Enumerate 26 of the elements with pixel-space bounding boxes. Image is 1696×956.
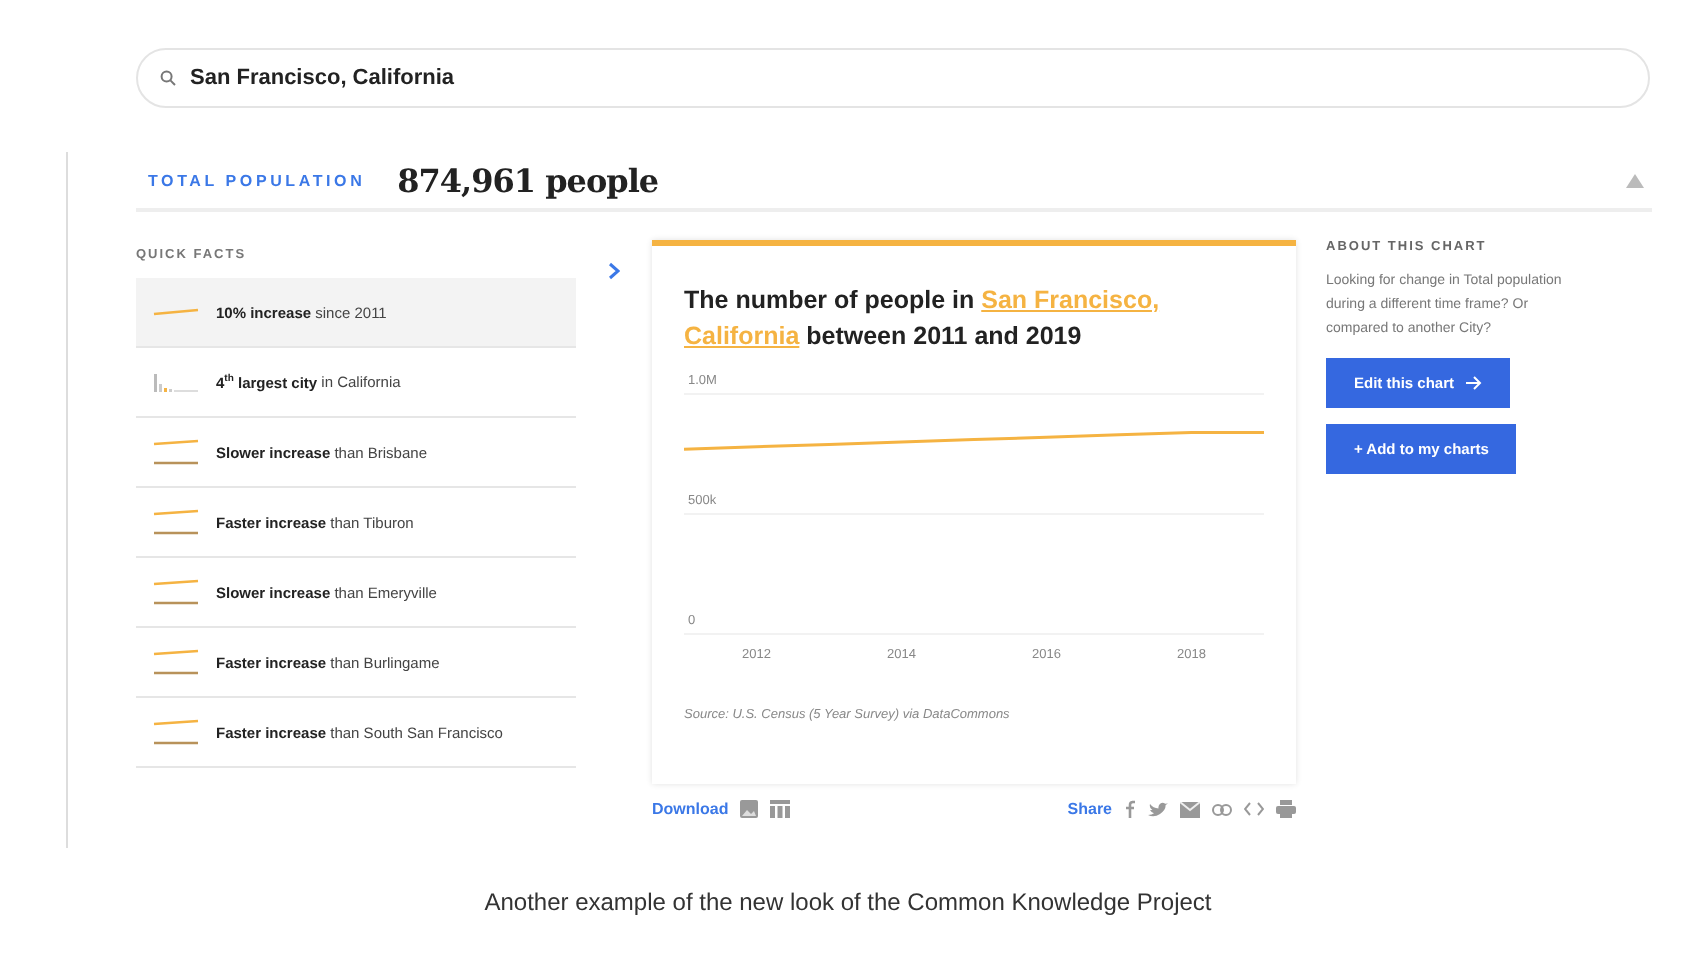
- comparison-sparkline-icon: [152, 648, 200, 676]
- mail-icon[interactable]: [1180, 801, 1200, 817]
- image-icon[interactable]: [740, 800, 759, 818]
- comparison-sparkline-icon: [152, 508, 200, 536]
- collapse-icon[interactable]: [1626, 173, 1644, 187]
- comparison-sparkline-icon: [152, 438, 200, 466]
- caption: Another example of the new look of the Common Knowledge Project: [482, 888, 1214, 916]
- chevron-right-icon[interactable]: [608, 262, 620, 280]
- search-icon: [160, 70, 176, 86]
- bar-sparkline-icon: [152, 372, 200, 392]
- link-icon[interactable]: [1212, 803, 1232, 815]
- population-value: 874,961 people: [397, 161, 659, 199]
- chart-title: The number of people in San Francisco, California between 2011 and 2019: [684, 284, 1162, 354]
- share-link[interactable]: Share: [1067, 800, 1112, 818]
- search-field[interactable]: San Francisco, California: [136, 48, 1650, 108]
- comparison-sparkline-icon: [152, 718, 200, 746]
- code-icon[interactable]: [1244, 802, 1264, 816]
- section-label: TOTAL POPULATION: [148, 171, 366, 189]
- arrow-right-icon: [1466, 376, 1483, 390]
- print-icon[interactable]: [1276, 800, 1296, 818]
- sparkline-icon: [152, 306, 200, 318]
- table-icon[interactable]: [770, 800, 791, 818]
- bird-icon[interactable]: [1148, 801, 1168, 817]
- facebook-icon[interactable]: [1124, 800, 1136, 818]
- download-link[interactable]: Download: [652, 800, 729, 818]
- comparison-sparkline-icon: [152, 578, 200, 606]
